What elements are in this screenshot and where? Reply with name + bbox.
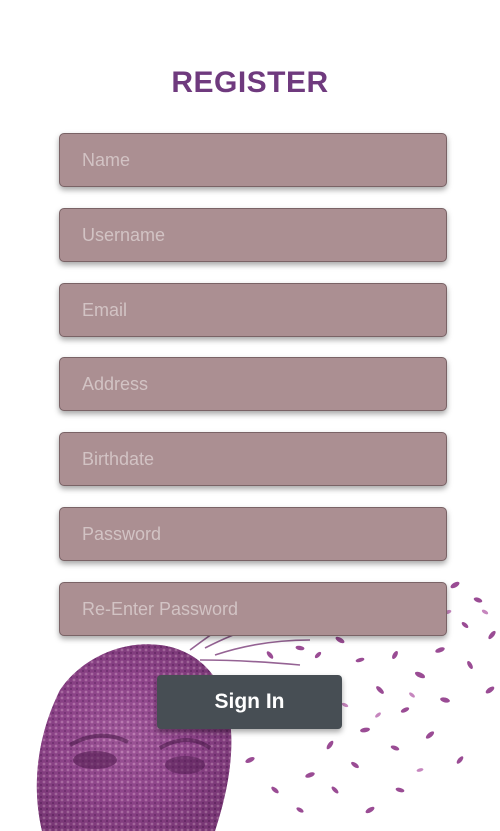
username-input[interactable] <box>59 208 447 262</box>
sign-in-button[interactable]: Sign In <box>157 675 342 729</box>
address-input[interactable] <box>59 357 447 411</box>
email-input[interactable] <box>59 283 447 337</box>
re-enter-password-input[interactable] <box>59 582 447 636</box>
birthdate-input[interactable] <box>59 432 447 486</box>
page-title: REGISTER <box>171 66 329 99</box>
name-input[interactable] <box>59 133 447 187</box>
password-input[interactable] <box>59 507 447 561</box>
